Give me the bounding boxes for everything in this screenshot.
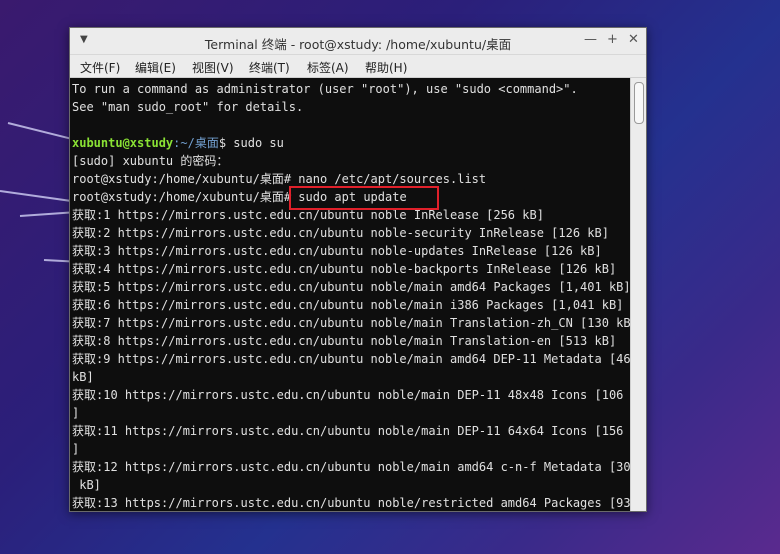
window-title: Terminal 终端 - root@xstudy: /home/xubuntu… — [204, 37, 512, 52]
maximize-icon[interactable]: + — [607, 32, 618, 47]
output-line: 获取:12 https://mirrors.ustc.edu.cn/ubuntu… — [72, 460, 631, 474]
output-line: 获取:6 https://mirrors.ustc.edu.cn/ubuntu … — [72, 298, 624, 312]
terminal-line: See "man sudo_root" for details. — [72, 100, 304, 114]
close-icon[interactable]: ✕ — [628, 32, 639, 47]
menu-tabs[interactable]: 标签(A) — [307, 59, 349, 76]
output-line: 获取:9 https://mirrors.ustc.edu.cn/ubuntu … — [72, 352, 631, 366]
output-line: 获取:4 https://mirrors.ustc.edu.cn/ubuntu … — [72, 262, 617, 276]
menu-view[interactable]: 视图(V) — [192, 59, 234, 76]
menu-edit[interactable]: 编辑(E) — [135, 59, 176, 76]
minimize-icon[interactable]: — — [584, 32, 597, 47]
terminal-output[interactable]: To run a command as administrator (user … — [70, 78, 631, 511]
output-line: ] — [72, 442, 80, 456]
wallpaper-streak — [43, 259, 73, 263]
menu-help[interactable]: 帮助(H) — [365, 59, 407, 76]
menu-terminal[interactable]: 终端(T) — [249, 59, 290, 76]
wallpaper-streak — [7, 122, 77, 141]
output-line: 获取:2 https://mirrors.ustc.edu.cn/ubuntu … — [72, 226, 609, 240]
output-line: 获取:3 https://mirrors.ustc.edu.cn/ubuntu … — [72, 244, 602, 258]
terminal-line: To run a command as administrator (user … — [72, 82, 578, 96]
output-line: 获取:5 https://mirrors.ustc.edu.cn/ubuntu … — [72, 280, 631, 294]
output-line: ] — [72, 406, 80, 420]
prompt-command: $ sudo su — [218, 136, 284, 150]
prompt-user: xubuntu@xstudy — [72, 136, 174, 150]
terminal-window: ▼ Terminal 终端 - root@xstudy: /home/xubun… — [69, 27, 647, 512]
output-line: 获取:8 https://mirrors.ustc.edu.cn/ubuntu … — [72, 334, 617, 348]
title-bar[interactable]: ▼ Terminal 终端 - root@xstudy: /home/xubun… — [70, 28, 646, 55]
menu-bar: 文件(F) 编辑(E) 视图(V) 终端(T) 标签(A) 帮助(H) — [70, 55, 646, 78]
root-prompt: root@xstudy:/home/xubuntu/桌面# — [72, 190, 299, 204]
output-line: 获取:13 https://mirrors.ustc.edu.cn/ubuntu… — [72, 496, 631, 510]
prompt-path: :~/桌面 — [173, 136, 219, 150]
output-line: 获取:11 https://mirrors.ustc.edu.cn/ubuntu… — [72, 424, 631, 438]
wallpaper-streak — [0, 190, 72, 203]
scrollbar-thumb[interactable] — [634, 82, 644, 124]
user-prompt-line: xubuntu@xstudy:~/桌面$ sudo su — [72, 134, 284, 152]
menu-file[interactable]: 文件(F) — [80, 59, 120, 76]
output-line: kB] — [72, 478, 101, 492]
output-line: 获取:10 https://mirrors.ustc.edu.cn/ubuntu… — [72, 388, 631, 402]
output-line: kB] — [72, 370, 94, 384]
wallpaper-streak — [19, 211, 72, 217]
terminal-line: [sudo] xubuntu 的密码： — [72, 154, 229, 168]
output-line: 获取:7 https://mirrors.ustc.edu.cn/ubuntu … — [72, 316, 631, 330]
annotation-highlight-box — [289, 186, 439, 210]
vertical-scrollbar[interactable] — [630, 78, 646, 511]
